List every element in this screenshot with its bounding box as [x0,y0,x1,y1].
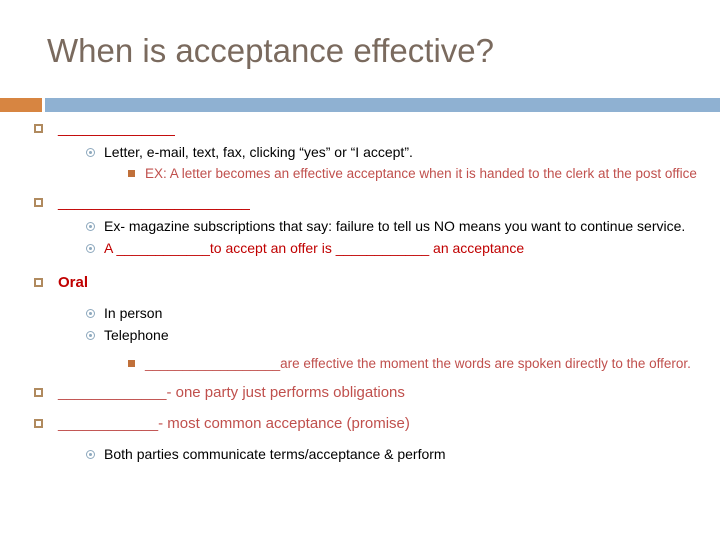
bullet-item-4-body: - one party just performs obligations [166,384,405,401]
bullet-item-1: ______________ [0,118,720,140]
bullet-square-icon [34,198,43,207]
bullet-item-1-blank: ______________ [58,120,175,137]
divider-accent-orange [0,98,42,112]
bullet-item-5-body: - most common acceptance (promise) [158,415,410,432]
bullet-circle-icon [86,222,95,231]
bullet-circle-icon [86,148,95,157]
bullet-item-4-text: _____________- one party just performs o… [58,382,405,404]
bullet-item-2-sub-2-middle: to accept an offer is [209,240,336,256]
bullet-item-2-sub-2-blank-2: ____________ [335,240,430,256]
bullet-circle-icon [86,244,95,253]
bullet-item-2-sub-2-prefix: A [104,240,117,256]
bullet-item-5: ____________- most common acceptance (pr… [0,413,720,435]
bullet-item-5-blank: ____________ [58,415,159,432]
bullet-square-icon [34,124,43,133]
bullet-item-1-sub-1: Letter, e-mail, text, fax, clicking “yes… [0,142,720,163]
bullet-item-2-sub-2-text: A ____________to accept an offer is ____… [104,238,524,259]
bullet-item-3-sub-2-sub-1-body: are effective the moment the words are s… [280,356,691,371]
bullet-filled-square-icon [128,360,135,367]
title-divider [0,98,720,112]
bullet-item-4: _____________- one party just performs o… [0,382,720,404]
divider-accent-blue [45,98,720,112]
page-title: When is acceptance effective? [47,32,494,69]
bullet-item-2-sub-2-suffix: an acceptance [429,240,525,256]
bullet-item-1-sub-1-sub-1-text: EX: A letter becomes an effective accept… [145,166,697,181]
bullet-item-5-sub-1-text: Both parties communicate terms/acceptanc… [104,446,446,462]
bullet-item-1-sub-1-text: Letter, e-mail, text, fax, clicking “yes… [104,144,413,160]
bullet-circle-icon [86,331,95,340]
bullet-item-3-sub-2: Telephone [0,325,720,346]
bullet-item-1-sub-1-sub-1: EX: A letter becomes an effective accept… [0,164,720,184]
bullet-filled-square-icon [128,170,135,177]
bullet-square-icon [34,388,43,397]
bullet-item-2-sub-2-blank-1: ____________ [116,240,210,256]
bullet-item-5-sub-1: Both parties communicate terms/acceptanc… [0,444,720,465]
bullet-item-2-blank: _______________________ [58,194,250,211]
bullet-square-icon [34,419,43,428]
slide-body: ______________ Letter, e-mail, text, fax… [0,118,720,466]
bullet-item-3-sub-2-sub-1-blank: __________________ [145,356,281,371]
bullet-item-2-sub-1: Ex- magazine subscriptions that say: fai… [0,216,720,237]
bullet-item-2-sub-2: A ____________to accept an offer is ____… [0,238,720,259]
bullet-item-5-text: ____________- most common acceptance (pr… [58,413,410,435]
bullet-circle-icon [86,309,95,318]
bullet-item-3-sub-2-sub-1: __________________are effective the mome… [0,354,720,374]
bullet-item-3-sub-2-text: Telephone [104,327,169,343]
bullet-item-3-sub-1: In person [0,303,720,324]
bullet-item-3: Oral [0,272,720,294]
bullet-item-3-sub-2-sub-1-text: __________________are effective the mome… [145,354,691,374]
slide: When is acceptance effective? __________… [0,0,720,540]
bullet-item-2-sub-1-text: Ex- magazine subscriptions that say: fai… [104,218,686,234]
bullet-circle-icon [86,450,95,459]
bullet-item-3-sub-1-text: In person [104,305,163,321]
bullet-square-icon [34,278,43,287]
bullet-item-3-label: Oral [58,274,89,291]
bullet-item-2: _______________________ [0,192,720,214]
bullet-item-4-blank: _____________ [58,384,167,401]
